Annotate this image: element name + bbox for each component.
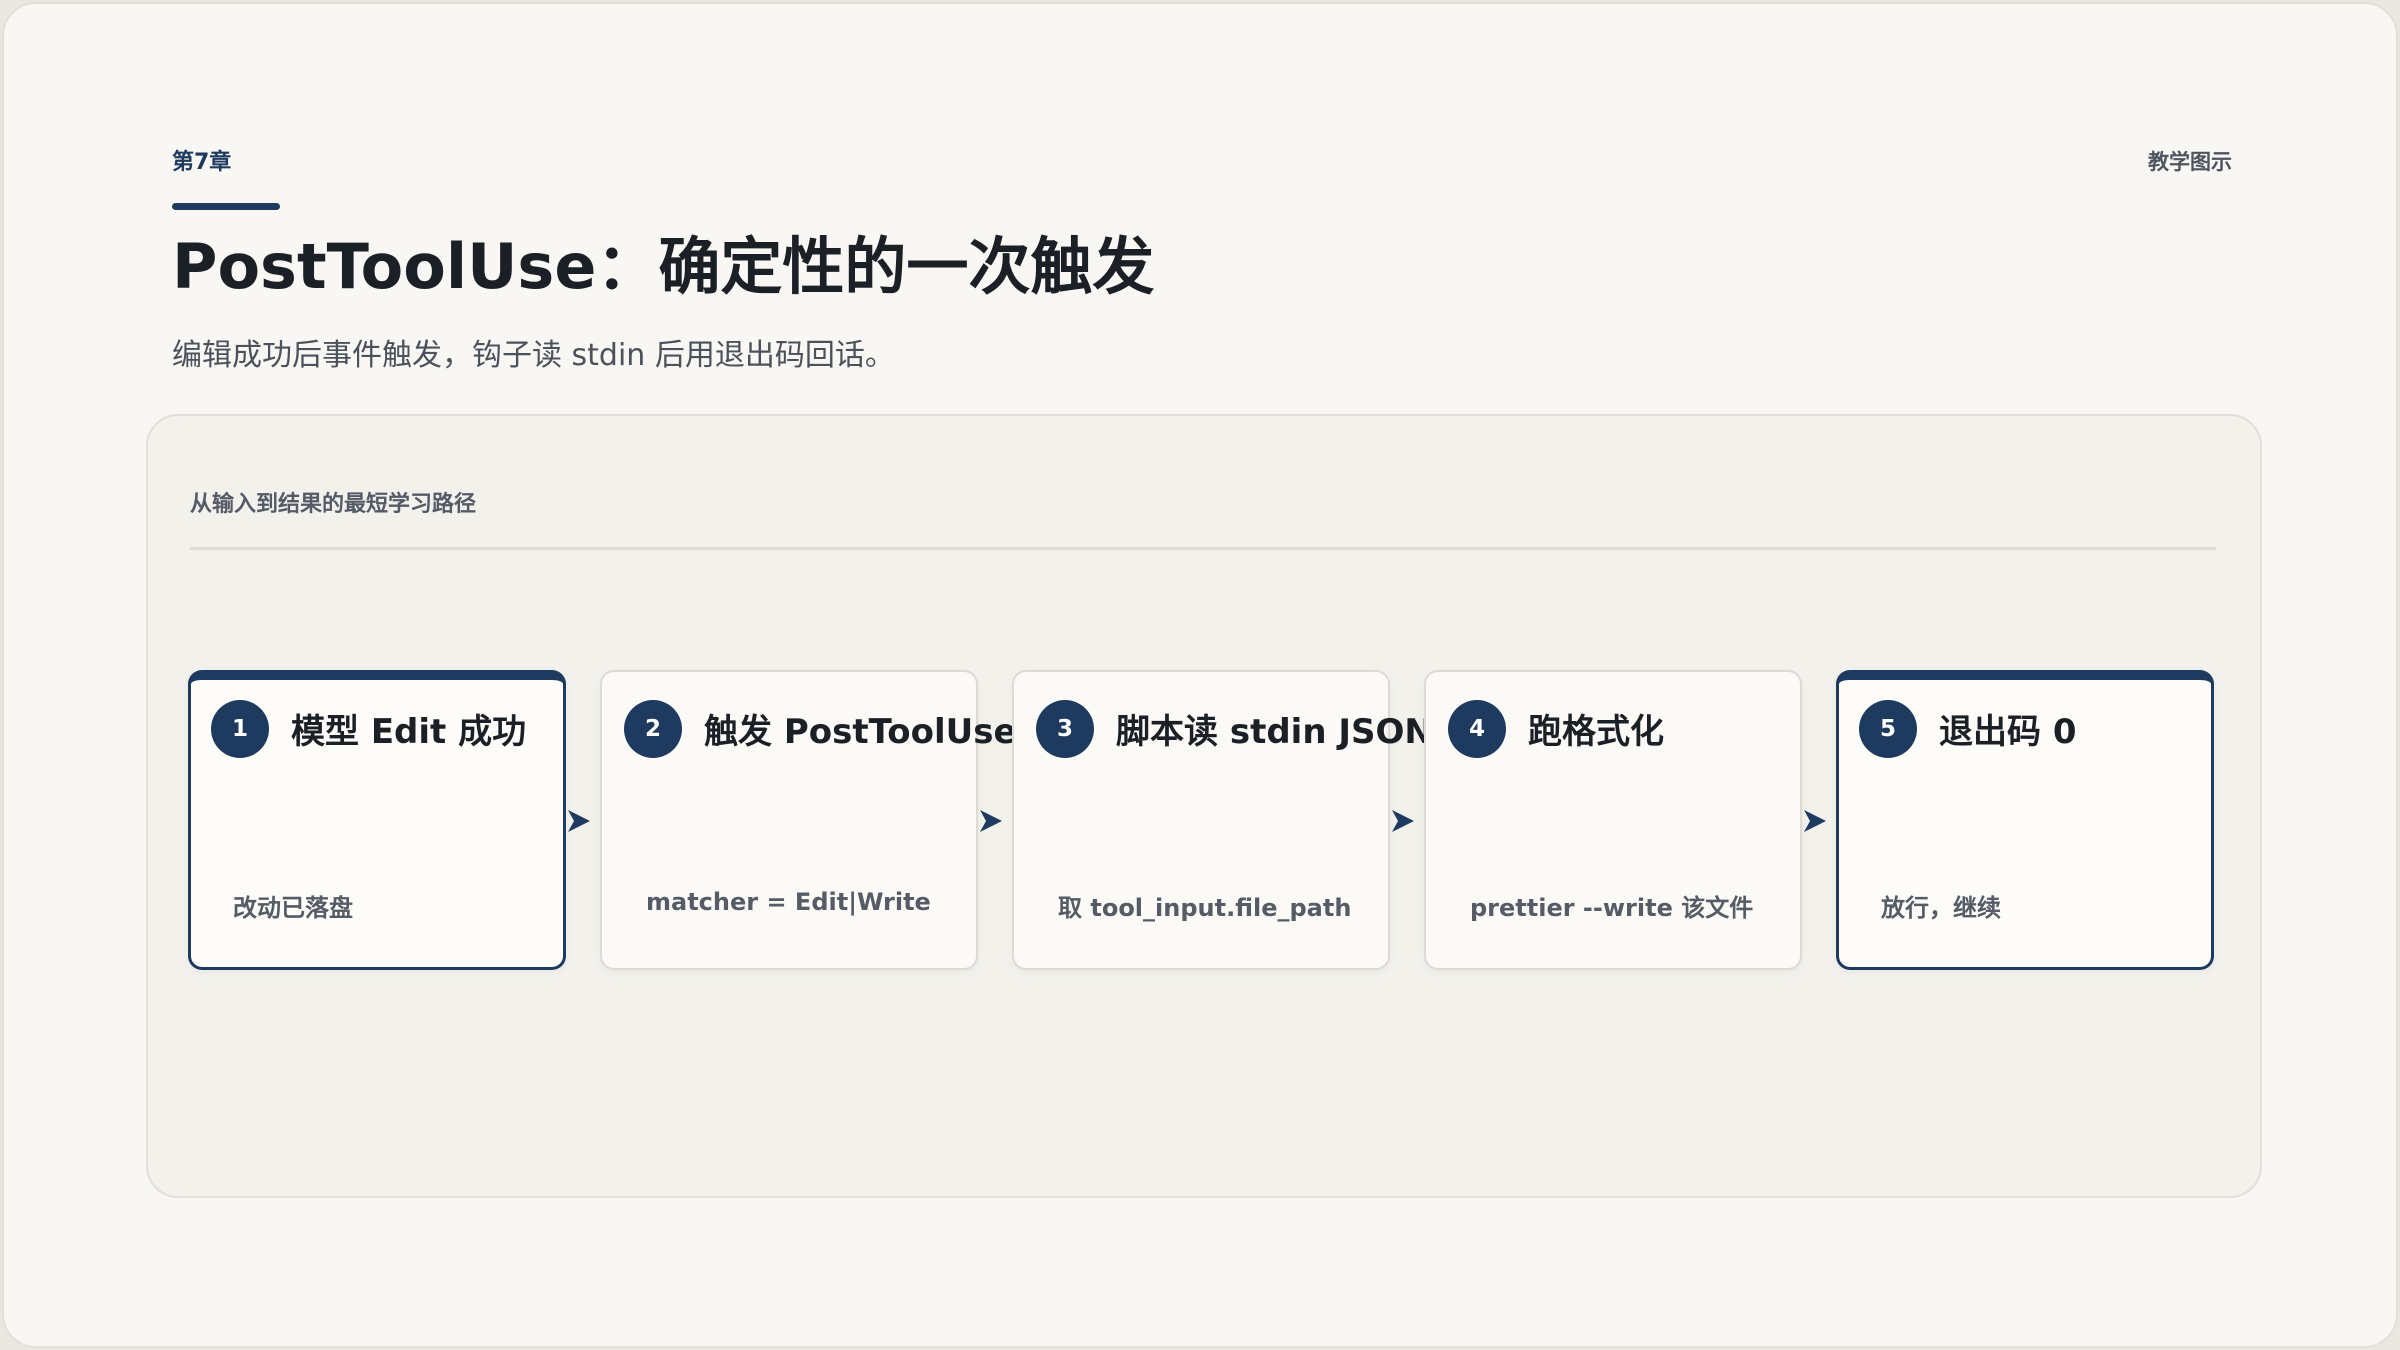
- arrow-right-icon: [1804, 810, 1826, 832]
- arrow-right-icon: [1392, 810, 1414, 832]
- step-title-4: 跑格式化: [1528, 712, 1664, 752]
- step-card-5: 5 退出码 0 放行，继续: [1836, 670, 2214, 970]
- arrow-right-icon: [568, 810, 590, 832]
- page-title: PostToolUse：确定性的一次触发: [172, 230, 1155, 303]
- page-subtitle: 编辑成功后事件触发，钩子读 stdin 后用退出码回话。: [172, 338, 895, 373]
- step-desc-5: 放行，继续: [1881, 894, 2001, 922]
- arrow-right-icon: [980, 810, 1002, 832]
- step-card-2: 2 触发 PostToolUse matcher = Edit|Write: [600, 670, 1017, 970]
- slide: 第7章 教学图示 PostToolUse：确定性的一次触发 编辑成功后事件触发，…: [2, 2, 2398, 1348]
- chapter-label: 第7章: [172, 150, 232, 175]
- step-desc-3: 取 tool_input.file_path: [1058, 894, 1352, 922]
- step-desc-2: matcher = Edit|Write: [646, 888, 931, 916]
- panel-divider: [190, 547, 2216, 550]
- panel-label: 从输入到结果的最短学习路径: [190, 492, 477, 517]
- step-title-1: 模型 Edit 成功: [291, 712, 527, 752]
- step-number-2: 2: [624, 700, 682, 758]
- step-title-2: 触发 PostToolUse: [704, 712, 1017, 752]
- step-card-1: 1 模型 Edit 成功 改动已落盘: [188, 670, 566, 970]
- step-desc-1: 改动已落盘: [233, 894, 353, 922]
- step-number-1: 1: [211, 700, 269, 758]
- step-card-4: 4 跑格式化 prettier --write 该文件: [1424, 670, 1802, 970]
- step-desc-4: prettier --write 该文件: [1470, 894, 1754, 922]
- step-number-5: 5: [1859, 700, 1917, 758]
- step-title-5: 退出码 0: [1939, 712, 2077, 752]
- step-number-3: 3: [1036, 700, 1094, 758]
- step-title-3: 脚本读 stdin JSON: [1116, 712, 1433, 752]
- title-accent-bar: [172, 203, 280, 210]
- step-number-4: 4: [1448, 700, 1506, 758]
- tag-label: 教学图示: [2148, 150, 2232, 174]
- step-card-3: 3 脚本读 stdin JSON 取 tool_input.file_path: [1012, 670, 1433, 970]
